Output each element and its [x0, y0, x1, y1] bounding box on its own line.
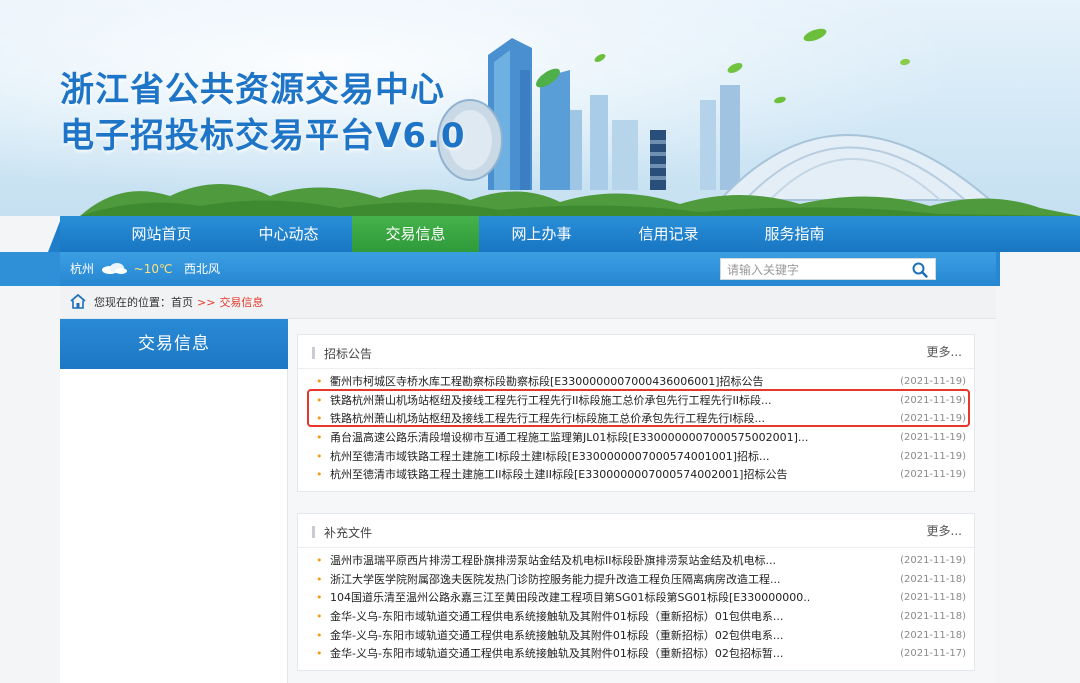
list-item-date: (2021-11-18) — [900, 629, 966, 641]
list-item-title[interactable]: 金华-义乌-东阳市域轨道交通工程供电系统接触轨及其附件01标段（重新招标）02包… — [330, 645, 810, 664]
list-item-title[interactable]: 温州市温瑞平原西片排涝工程卧旗排涝泵站金结及机电标II标段卧旗排涝泵站金结及机电… — [330, 552, 810, 571]
list-item[interactable]: • 甬台温高速公路乐清段增设柳市互通工程施工监理第JL01标段[E33000000… — [316, 429, 966, 448]
list-item-title[interactable]: 浙江大学医学院附属邵逸夫医院发热门诊防控服务能力提升改造工程负压隔离病房改造工程… — [330, 571, 810, 590]
list-item[interactable]: • 温州市温瑞平原西片排涝工程卧旗排涝泵站金结及机电标II标段卧旗排涝泵站金结及机… — [316, 552, 966, 571]
weather-wind: 西北风 — [183, 262, 220, 276]
list-item-title[interactable]: 金华-义乌-东阳市域轨道交通工程供电系统接触轨及其附件01标段（重新招标）01包… — [330, 608, 810, 627]
list-item[interactable]: • 浙江大学医学院附属邵逸夫医院发热门诊防控服务能力提升改造工程负压隔离病房改造工… — [316, 571, 966, 590]
sidebar-title: 交易信息 — [60, 319, 288, 369]
highlight-box — [307, 389, 970, 427]
weather-info: 杭州 ~10℃ 西北风 — [70, 252, 220, 286]
nav-item-credit[interactable]: 信用记录 — [605, 216, 732, 252]
supplement-panel-title: 补充文件 — [324, 526, 373, 540]
search-box — [720, 258, 936, 280]
supplement-list: • 温州市温瑞平原西片排涝工程卧旗排涝泵站金结及机电标II标段卧旗排涝泵站金结及机… — [316, 552, 966, 664]
site-title: 浙江省公共资源交易中心 — [60, 70, 445, 110]
bullet-icon: • — [316, 449, 323, 463]
bullet-icon: • — [316, 628, 323, 642]
bidding-panel-title: 招标公告 — [324, 347, 373, 361]
main-nav: 网站首页 中心动态 交易信息 网上办事 信用记录 服务指南 — [0, 216, 1080, 252]
list-item[interactable]: • 杭州至德清市域铁路工程土建施工Ⅰ标段土建Ⅰ标段[E33000000070005… — [316, 448, 966, 467]
nav-item-news[interactable]: 中心动态 — [225, 216, 352, 252]
supplement-panel-header: 补充文件 更多... — [298, 514, 974, 548]
panel-header-marker — [312, 347, 315, 359]
nav-item-guide[interactable]: 服务指南 — [731, 216, 858, 252]
list-item-date: (2021-11-19) — [900, 555, 966, 566]
list-item-title[interactable]: 杭州至德清市域铁路工程土建施工II标段土建II标段[E3300000007000… — [330, 466, 810, 485]
search-input[interactable] — [721, 260, 901, 280]
list-item-date: (2021-11-17) — [900, 648, 966, 660]
breadcrumb: 您现在的位置：首页 >> 交易信息 — [60, 286, 996, 319]
bidding-more-link[interactable]: 更多... — [927, 343, 962, 360]
breadcrumb-current: 交易信息 — [219, 296, 264, 309]
nav-item-trade-info[interactable]: 交易信息 — [352, 216, 479, 252]
list-item-date: (2021-11-18) — [900, 573, 966, 585]
list-item-title[interactable]: 甬台温高速公路乐清段增设柳市互通工程施工监理第JL01标段[E330000000… — [330, 429, 810, 448]
supplement-more-link[interactable]: 更多... — [927, 522, 962, 539]
list-item[interactable]: • 金华-义乌-东阳市域轨道交通工程供电系统接触轨及其附件01标段（重新招标）02… — [316, 645, 966, 664]
breadcrumb-prefix: 您现在的位置： — [94, 296, 171, 309]
list-item[interactable]: • 104国道乐清至温州公路永嘉三江至黄田段改建工程项目第SG01标段第SG01标… — [316, 589, 966, 608]
bullet-icon: • — [316, 554, 323, 567]
weather-temp: ~10℃ — [133, 262, 173, 276]
weather-city: 杭州 — [70, 262, 95, 276]
list-item[interactable]: • 杭州至德清市域铁路工程土建施工II标段土建II标段[E330000000700… — [316, 466, 966, 485]
nav-item-home[interactable]: 网站首页 — [98, 216, 225, 252]
list-item-date: (2021-11-19) — [900, 432, 966, 444]
home-icon[interactable] — [70, 294, 86, 309]
nav-item-online-service[interactable]: 网上办事 — [478, 216, 605, 252]
list-item[interactable]: • 金华-义乌-东阳市域轨道交通工程供电系统接触轨及其附件01标段（重新招标）02… — [316, 627, 966, 646]
breadcrumb-separator: >> — [197, 296, 216, 309]
bullet-icon: • — [316, 647, 323, 661]
panel-header-marker — [312, 526, 315, 538]
list-item-title[interactable]: 杭州至德清市域铁路工程土建施工Ⅰ标段土建Ⅰ标段[E330000000700057… — [330, 448, 810, 467]
header-banner: 浙江省公共资源交易中心 电子招投标交易平台V6.0 — [0, 0, 1080, 216]
list-item[interactable]: • 金华-义乌-东阳市域轨道交通工程供电系统接触轨及其附件01标段（重新招标）01… — [316, 608, 966, 627]
cloud-icon — [101, 263, 127, 274]
list-item-date: (2021-11-18) — [900, 611, 966, 623]
sidebar — [60, 319, 288, 683]
bullet-icon: • — [316, 591, 323, 605]
bullet-icon: • — [316, 468, 323, 482]
subbar-edge — [996, 252, 1000, 286]
site-subtitle: 电子招投标交易平台V6.0 — [60, 116, 466, 156]
list-item-title[interactable]: 104国道乐清至温州公路永嘉三江至黄田段改建工程项目第SG01标段第SG01标段… — [330, 589, 810, 608]
bullet-icon: • — [316, 572, 323, 586]
list-item-date: (2021-11-19) — [900, 450, 966, 462]
list-item-date: (2021-11-19) — [900, 469, 966, 481]
search-icon[interactable] — [911, 261, 929, 279]
bullet-icon: • — [316, 431, 323, 445]
supplement-panel: 补充文件 更多... • 温州市温瑞平原西片排涝工程卧旗排涝泵站金结及机电标II标… — [297, 513, 975, 671]
bullet-icon: • — [316, 610, 323, 624]
bidding-panel-header: 招标公告 更多... — [298, 335, 974, 369]
list-item-date: (2021-11-18) — [900, 592, 966, 604]
breadcrumb-home-link[interactable]: 首页 — [171, 296, 193, 309]
subbar-left-fill — [0, 252, 60, 286]
list-item-title[interactable]: 金华-义乌-东阳市域轨道交通工程供电系统接触轨及其附件01标段（重新招标）02包… — [330, 627, 810, 646]
